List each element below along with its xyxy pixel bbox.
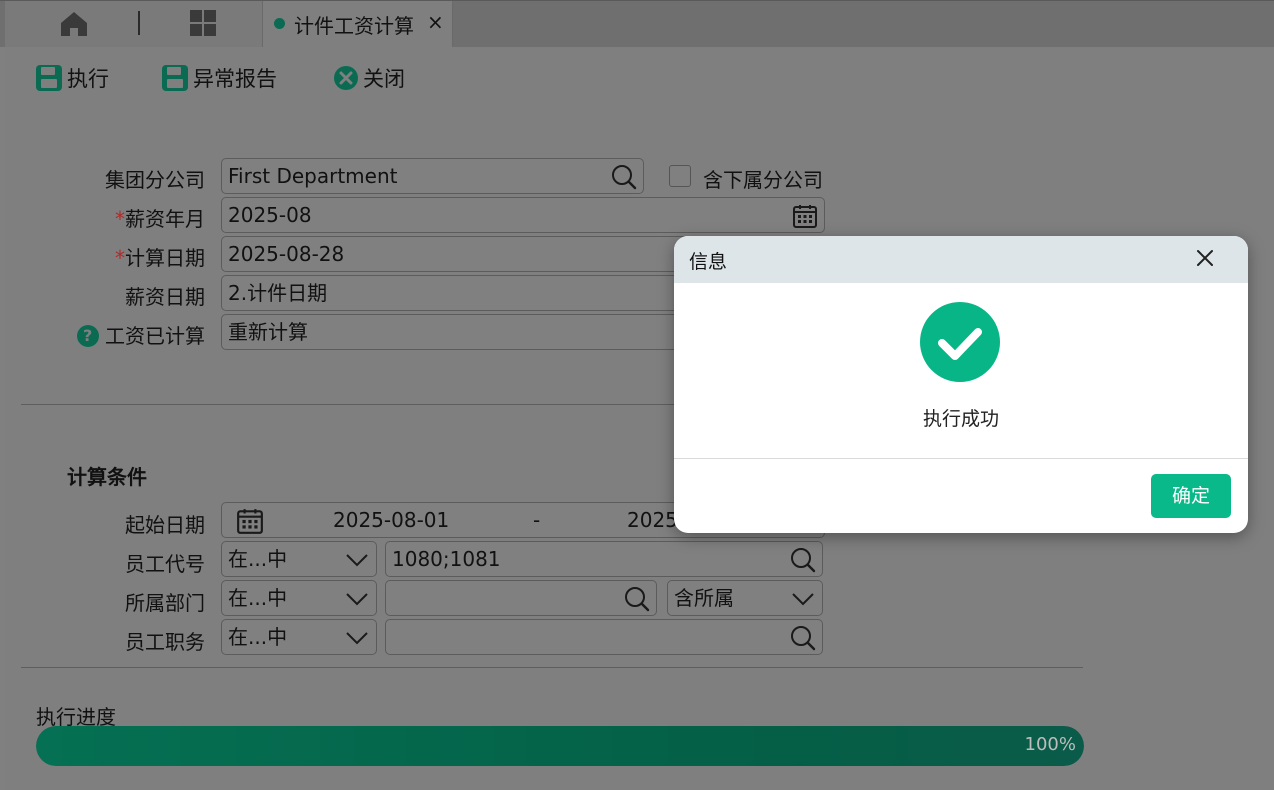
tab-close-icon[interactable]: × [427, 10, 444, 34]
employee-code-label: 员工代号 [125, 552, 205, 576]
exception-report-button[interactable]: 异常报告 [161, 63, 277, 93]
section-divider [21, 667, 1083, 668]
save-icon [162, 65, 188, 91]
search-icon[interactable] [790, 547, 816, 573]
close-circle-icon [334, 66, 358, 90]
salary-month-field[interactable]: 2025-08 [221, 197, 825, 233]
salary-month-value: 2025-08 [228, 203, 312, 227]
dialog-message: 执行成功 [922, 408, 999, 430]
department-label: 所属部门 [125, 591, 205, 615]
home-icon[interactable] [58, 9, 90, 39]
salary-month-label: *薪资年月 [115, 207, 205, 231]
toolbar: 执行 异常报告 关闭 [5, 47, 1274, 109]
salary-date-label: 薪资日期 [125, 285, 205, 309]
info-dialog: 信息 执行成功 确定 [674, 236, 1248, 533]
position-operator: 在...中 [228, 625, 288, 649]
search-icon[interactable] [790, 625, 816, 651]
chevron-down-icon [792, 593, 814, 606]
employee-code-value: 1080;1081 [392, 547, 501, 571]
success-check-icon [920, 302, 1000, 382]
tab-label: 计件工资计算 [294, 14, 414, 38]
search-icon[interactable] [611, 164, 637, 190]
department-scope: 含所属 [674, 586, 734, 610]
department-operator: 在...中 [228, 586, 288, 610]
close-button[interactable]: 关闭 [333, 63, 405, 93]
employee-code-operator-select[interactable]: 在...中 [221, 541, 377, 577]
position-label: 员工职务 [125, 630, 205, 654]
tab-status-dot [274, 18, 285, 29]
tab-piece-wage-calc[interactable]: 计件工资计算 × [262, 1, 453, 50]
department-operator-select[interactable]: 在...中 [221, 580, 377, 616]
position-operator-select[interactable]: 在...中 [221, 619, 377, 655]
position-input[interactable] [385, 619, 823, 655]
wage-calculated-value: 重新计算 [228, 320, 308, 344]
required-mark: * [115, 246, 125, 270]
calc-date-label: *计算日期 [115, 246, 205, 270]
progress-percent: 100% [1024, 734, 1076, 755]
chevron-down-icon [346, 593, 368, 606]
start-date-label: 起始日期 [125, 513, 205, 537]
save-icon [36, 65, 62, 91]
include-subsidiaries-label: 含下属分公司 [703, 168, 823, 192]
conditions-title: 计算条件 [67, 465, 147, 489]
help-icon[interactable]: ? [76, 325, 99, 347]
confirm-button[interactable]: 确定 [1151, 474, 1231, 518]
execute-label: 执行 [67, 67, 109, 91]
include-subsidiaries-checkbox[interactable] [669, 165, 691, 187]
chevron-down-icon [346, 554, 368, 567]
dialog-close-icon[interactable] [1194, 247, 1216, 269]
progress-fill [36, 726, 1084, 766]
tab-bar-home-area [5, 1, 262, 48]
department-input[interactable] [385, 580, 657, 616]
execute-button[interactable]: 执行 [35, 63, 109, 93]
date-range-separator: - [533, 508, 541, 532]
calc-date-value: 2025-08-28 [228, 242, 345, 266]
salary-date-value: 2.计件日期 [228, 281, 328, 305]
progress-bar: 100% [36, 726, 1084, 766]
start-date-to: 2025 [627, 508, 678, 532]
employee-code-operator: 在...中 [228, 547, 288, 571]
chevron-down-icon [346, 632, 368, 645]
employee-code-input[interactable]: 1080;1081 [385, 541, 823, 577]
wage-calculated-label: ? 工资已计算 [65, 320, 205, 349]
close-label: 关闭 [363, 67, 405, 91]
group-company-value: First Department [228, 164, 398, 188]
group-company-field[interactable]: First Department [221, 158, 644, 194]
calendar-icon[interactable] [792, 203, 818, 229]
required-mark: * [115, 207, 125, 231]
exception-report-label: 异常报告 [193, 67, 277, 91]
grid-icon[interactable] [189, 9, 217, 37]
tab-bar: 计件工资计算 × [0, 0, 1274, 50]
dialog-title: 信息 [689, 251, 728, 273]
group-company-label: 集团分公司 [105, 168, 205, 192]
calendar-icon[interactable] [236, 507, 264, 535]
department-scope-select[interactable]: 含所属 [667, 580, 823, 616]
dialog-divider [674, 458, 1248, 459]
search-icon[interactable] [624, 586, 650, 612]
start-date-from: 2025-08-01 [333, 508, 450, 532]
dialog-header: 信息 [674, 236, 1248, 283]
tab-divider [138, 11, 140, 35]
